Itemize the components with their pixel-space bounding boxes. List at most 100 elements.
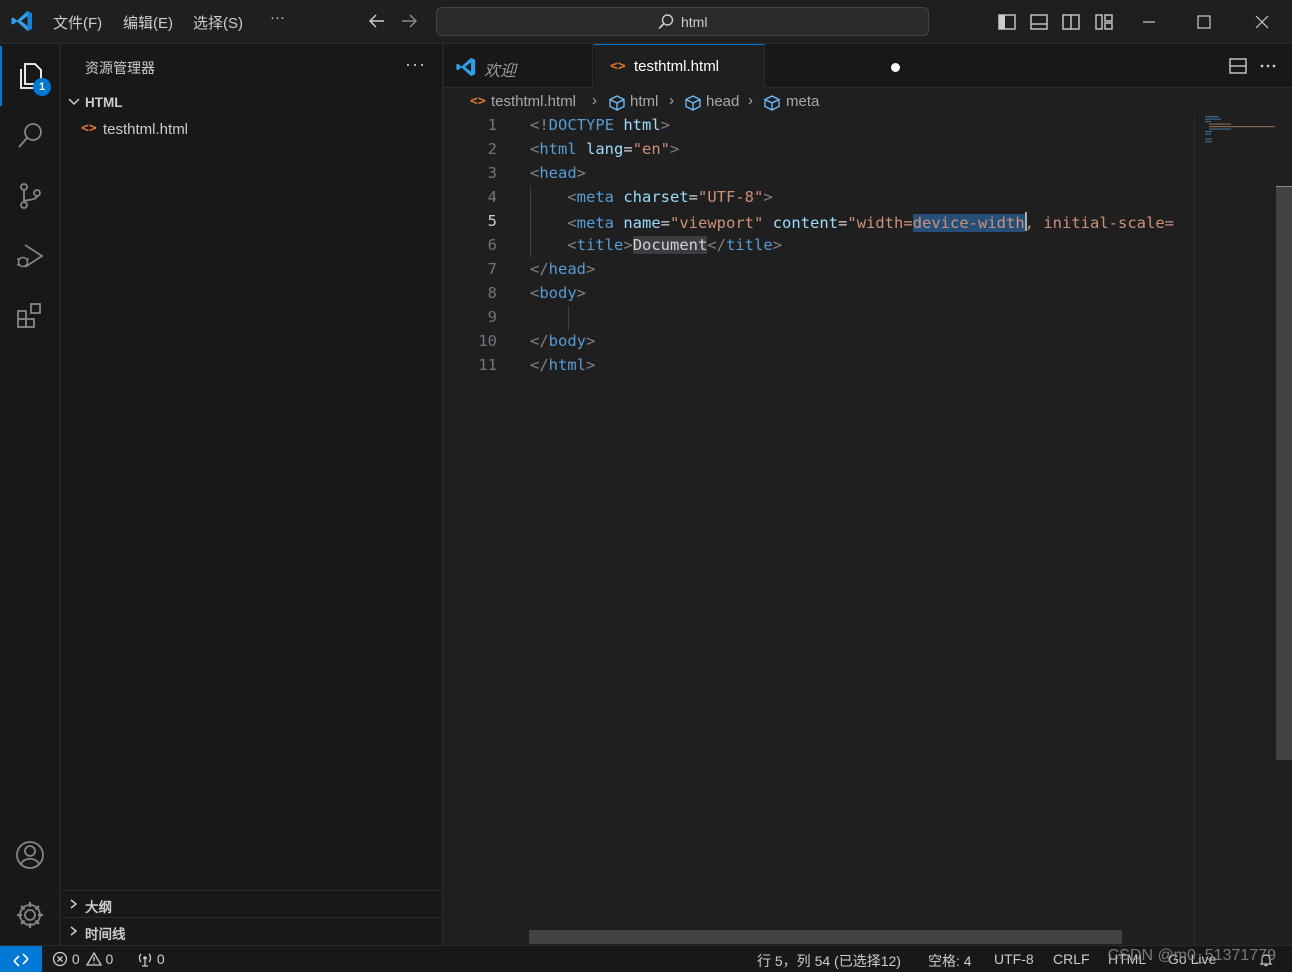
activity-run-debug[interactable]: [0, 226, 60, 286]
code-line-current: 5 <meta name="viewport" content="width=d…: [444, 210, 1194, 234]
sidebar-more-button[interactable]: ···: [405, 54, 426, 75]
html-file-icon: <>: [470, 94, 486, 109]
close-icon[interactable]: [1251, 11, 1273, 33]
cursor-position[interactable]: 行 5，列 54 (已选择12): [757, 951, 901, 971]
section-timeline-label: 时间线: [85, 927, 126, 942]
broadcast-icon: [138, 953, 152, 967]
line-number: 3: [487, 164, 497, 182]
code-line: 3 <head>: [444, 162, 1194, 186]
section-timeline[interactable]: 时间线: [61, 917, 442, 944]
breadcrumb-html[interactable]: html: [630, 93, 658, 110]
chevron-right-icon: [70, 926, 78, 936]
code-line: 2 <html lang="en">: [444, 138, 1194, 162]
code-line: 8 <body>: [444, 282, 1194, 306]
tab-welcome-label: 欢迎: [484, 63, 517, 80]
warning-icon: [85, 951, 102, 966]
minimize-icon[interactable]: [1138, 11, 1160, 33]
error-icon: [52, 951, 68, 967]
split-editor-icon[interactable]: [1228, 56, 1248, 76]
editor-tabs: 欢迎 <> testhtml.html: [444, 44, 1292, 89]
more-actions-icon[interactable]: [1258, 56, 1278, 76]
code-line: 4 <meta charset="UTF-8">: [444, 186, 1194, 210]
activity-source-control[interactable]: [0, 166, 60, 226]
remote-indicator[interactable]: [0, 946, 42, 972]
warning-count: 0: [105, 951, 114, 967]
ports-indicator[interactable]: 0: [137, 951, 165, 967]
line-number: 11: [478, 356, 497, 374]
activity-extensions[interactable]: [0, 286, 60, 346]
indentation[interactable]: 空格: 4: [928, 951, 972, 971]
menu-more[interactable]: ···: [270, 9, 285, 26]
remote-icon: [13, 953, 29, 967]
chevron-down-icon: [68, 98, 80, 106]
line-number: 9: [487, 308, 497, 326]
csdn-watermark: CSDN @m0_51371779: [1107, 947, 1276, 964]
line-number: 10: [478, 332, 497, 350]
toggle-panel-icon[interactable]: [1028, 11, 1050, 33]
line-number: 5: [487, 212, 497, 230]
command-center-search[interactable]: html: [436, 7, 929, 36]
status-bar: 0 0 0 行 5，列 54 (已选择12) 空格: 4 UTF-8 CRLF …: [0, 945, 1292, 972]
maximize-icon[interactable]: [1193, 11, 1215, 33]
vertical-scrollbar[interactable]: [1276, 114, 1292, 945]
html-file-icon: <>: [81, 121, 97, 136]
breadcrumb-head[interactable]: head: [706, 93, 739, 110]
tab-testhtml[interactable]: <> testhtml.html: [594, 44, 900, 89]
activity-bar: 1: [0, 44, 60, 945]
breadcrumb-file[interactable]: testhtml.html: [491, 93, 576, 110]
line-number: 2: [487, 140, 497, 158]
code-line: 9: [444, 306, 1194, 330]
customize-layout-icon[interactable]: [1093, 11, 1115, 33]
forward-arrow-icon[interactable]: [398, 10, 420, 32]
horizontal-scrollbar[interactable]: [529, 930, 1122, 944]
line-ending[interactable]: CRLF: [1053, 951, 1090, 967]
line-number: 1: [487, 116, 497, 134]
menu-edit[interactable]: 编辑(E): [123, 12, 173, 33]
search-text: html: [681, 14, 708, 30]
tab-testhtml-label: testhtml.html: [634, 58, 720, 75]
toggle-primary-sidebar-icon[interactable]: [996, 11, 1018, 33]
vertical-scroll-thumb[interactable]: [1276, 187, 1292, 760]
line-number: 7: [487, 260, 497, 278]
menu-file[interactable]: 文件(F): [53, 12, 102, 33]
element-cube-icon: [609, 95, 625, 111]
minimap[interactable]: [1194, 114, 1276, 945]
toggle-secondary-sidebar-icon[interactable]: [1060, 11, 1082, 33]
section-outline-label: 大纲: [85, 900, 112, 915]
extensions-icon: [17, 303, 41, 328]
breadcrumb-meta[interactable]: meta: [786, 93, 819, 110]
search-icon: [658, 14, 674, 30]
source-control-icon: [20, 183, 41, 209]
activity-explorer[interactable]: 1: [0, 46, 60, 106]
file-name: testhtml.html: [103, 121, 189, 138]
back-arrow-icon[interactable]: [366, 10, 388, 32]
element-cube-icon: [685, 95, 701, 111]
search-icon: [18, 123, 42, 148]
chevron-right-icon: ›: [748, 92, 753, 109]
line-number: 8: [487, 284, 497, 302]
code-line: 11 </html>: [444, 354, 1194, 378]
sidebar-title: 资源管理器: [85, 60, 155, 76]
code-line: 7 </head>: [444, 258, 1194, 282]
explorer-badge: 1: [33, 78, 51, 96]
minimap-preview: [1205, 116, 1275, 143]
activity-manage[interactable]: [0, 885, 60, 945]
chevron-right-icon: ›: [669, 92, 674, 109]
folder-html[interactable]: HTML: [67, 92, 442, 114]
line-number: 6: [487, 236, 497, 254]
html-file-icon: <>: [610, 59, 626, 74]
folder-label: HTML: [85, 95, 123, 110]
problems-indicator[interactable]: 0 0: [52, 951, 113, 967]
error-count: 0: [71, 951, 80, 967]
menu-selection[interactable]: 选择(S): [193, 12, 243, 33]
activity-accounts[interactable]: [0, 825, 60, 885]
explorer-sidebar: 资源管理器 ··· HTML <> testhtml.html 大纲 时间线: [61, 44, 443, 945]
unsaved-dot-icon[interactable]: [891, 63, 900, 72]
activity-search[interactable]: [0, 106, 60, 166]
code-editor[interactable]: 1 <!DOCTYPE html> 2 <html lang="en"> 3 <…: [444, 114, 1194, 945]
title-bar: 文件(F) 编辑(E) 选择(S) ··· html: [0, 0, 1292, 44]
account-icon: [16, 841, 44, 869]
section-outline[interactable]: 大纲: [61, 890, 442, 917]
tab-welcome[interactable]: 欢迎: [444, 44, 593, 88]
encoding[interactable]: UTF-8: [994, 951, 1034, 967]
